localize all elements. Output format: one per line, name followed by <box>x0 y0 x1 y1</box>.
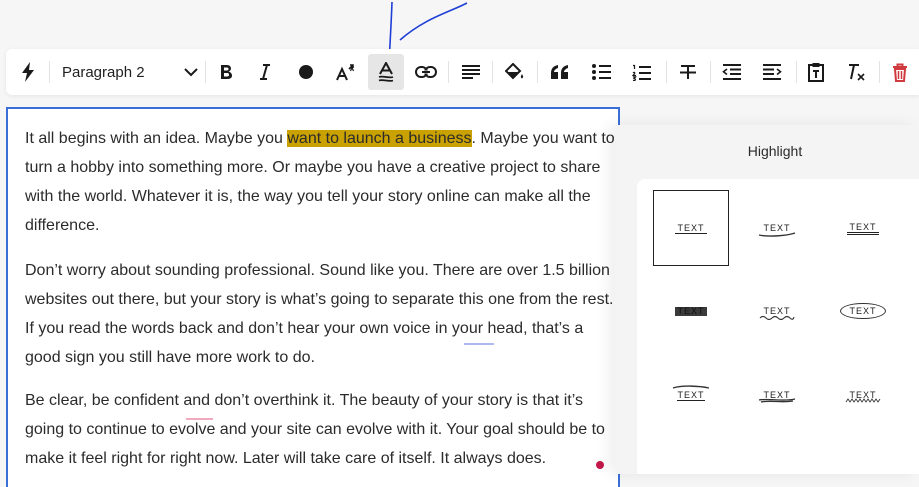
panel-title: Highlight <box>747 143 803 159</box>
paint-bucket-icon <box>505 63 524 80</box>
divider <box>879 61 880 83</box>
highlight-style-scribble-underline[interactable]: TEXT <box>739 357 815 433</box>
text-color-button[interactable] <box>293 49 319 95</box>
align-button[interactable] <box>458 49 484 95</box>
style-label: TEXT <box>677 390 705 401</box>
paragraph-3: Be clear, be confident and don’t overthi… <box>25 392 605 467</box>
style-preview: TEXT <box>673 385 710 401</box>
highlight-style-marker-fill[interactable]: TEXT <box>653 273 729 349</box>
highlight-panel: Highlight TEXT TEXT TEXT TEXT TEXT TEXT <box>615 125 919 474</box>
indent-icon <box>763 64 782 80</box>
bold-icon <box>220 65 232 79</box>
highlight-style-grid: TEXT TEXT TEXT TEXT TEXT TEXT TEXT TEXT … <box>637 179 919 474</box>
divider <box>49 61 50 83</box>
italic-icon <box>260 64 270 80</box>
editor-toolbar: Paragraph 2 <box>6 49 919 95</box>
clear-format-button[interactable] <box>844 49 870 95</box>
outdent-button[interactable] <box>718 49 746 95</box>
highlight-icon <box>378 62 394 82</box>
divider <box>448 61 449 83</box>
highlight-style-plain[interactable]: TEXT <box>653 190 729 266</box>
highlight-style-wavy-underline[interactable]: TEXT <box>739 273 815 349</box>
divider <box>710 61 711 83</box>
text-size-icon <box>336 63 355 80</box>
clear-format-icon <box>849 64 865 81</box>
block-style-value: Paragraph 2 <box>62 63 145 81</box>
highlight-style-overline-swoosh[interactable]: TEXT <box>653 357 729 433</box>
style-label: TEXT <box>840 303 886 319</box>
numbered-list-icon <box>632 64 651 81</box>
style-preview: TEXT <box>759 390 796 403</box>
outdent-icon <box>722 64 741 80</box>
collaborator-marker <box>186 418 213 420</box>
divider <box>492 61 493 83</box>
comment-dot[interactable] <box>596 461 604 469</box>
divider <box>666 61 667 83</box>
trash-icon <box>893 63 907 82</box>
highlight-style-double-underline[interactable]: TEXT <box>825 190 901 266</box>
chevron-down-icon <box>184 67 198 76</box>
divider <box>796 61 797 83</box>
clipboard-icon <box>808 63 824 82</box>
divider <box>205 61 206 83</box>
highlighted-text: want to launch a business <box>287 130 472 147</box>
bullet-list-icon <box>592 64 611 80</box>
highlight-style-zigzag-underline[interactable]: TEXT <box>825 357 901 433</box>
text-size-button[interactable] <box>332 49 360 95</box>
text-editor[interactable]: It all begins with an idea. Maybe you wa… <box>6 107 620 487</box>
highlight-style-underline-swoosh[interactable]: TEXT <box>739 190 815 266</box>
paragraph-2: Don’t worry about sounding professional.… <box>25 262 614 366</box>
block-style-select[interactable]: Paragraph 2 <box>58 49 198 95</box>
paste-button[interactable] <box>803 49 829 95</box>
fill-button[interactable] <box>502 49 528 95</box>
style-preview: TEXT <box>846 390 881 403</box>
style-preview: TEXT <box>760 306 796 320</box>
highlight-button[interactable] <box>368 54 404 90</box>
quote-button[interactable] <box>546 49 574 95</box>
delete-button[interactable] <box>888 49 912 95</box>
strikethrough-button[interactable] <box>674 49 702 95</box>
quote-icon <box>551 65 568 79</box>
collaborator-marker <box>464 343 494 345</box>
divider <box>537 61 538 83</box>
numbered-list-button[interactable] <box>628 49 656 95</box>
style-label: TEXT <box>847 222 879 235</box>
link-icon <box>415 66 437 78</box>
style-preview: TEXT <box>759 223 796 237</box>
link-button[interactable] <box>412 49 440 95</box>
align-left-icon <box>462 65 480 79</box>
bullet-list-button[interactable] <box>588 49 616 95</box>
italic-button[interactable] <box>252 49 278 95</box>
paragraph-1: It all begins with an idea. Maybe you wa… <box>25 124 615 240</box>
style-label: TEXT <box>675 222 707 234</box>
circle-icon <box>299 65 313 79</box>
style-label: TEXT <box>675 305 707 316</box>
paragraph-1-text-start: It all begins with an idea. Maybe you <box>25 130 288 147</box>
indent-button[interactable] <box>758 49 786 95</box>
strikethrough-icon <box>680 64 696 79</box>
lightning-icon[interactable] <box>14 49 42 95</box>
bold-button[interactable] <box>213 49 239 95</box>
highlight-style-circled[interactable]: TEXT <box>825 273 901 349</box>
